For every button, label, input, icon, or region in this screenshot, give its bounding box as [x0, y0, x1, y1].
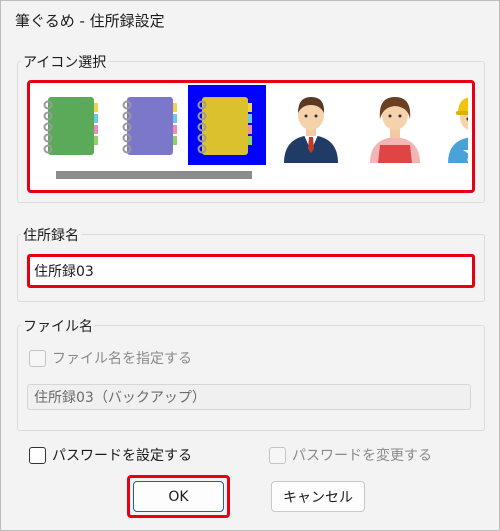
green-notebook-icon [43, 97, 98, 155]
specify-file-name-checkbox[interactable] [29, 349, 46, 367]
address-book-name-input[interactable]: 住所録03 [27, 254, 475, 288]
purple-notebook-icon [122, 97, 177, 155]
file-name-label: ファイル名 [21, 316, 95, 336]
yellow-notebook-icon [197, 97, 252, 155]
businessman-icon [284, 97, 338, 163]
window-title: 筆ぐるめ - 住所録設定 [15, 11, 165, 30]
change-password-checkbox[interactable] [269, 446, 286, 464]
set-password-checkbox-row[interactable]: パスワードを設定する [29, 445, 192, 465]
icon-option-green-notebook[interactable] [34, 85, 112, 165]
icon-scrollbar-thumb[interactable] [56, 171, 252, 179]
icon-option-woman[interactable] [356, 85, 434, 165]
change-password-label: パスワードを変更する [292, 448, 432, 464]
icon-strip [34, 85, 468, 165]
title-bar: 筆ぐるめ - 住所録設定 [1, 1, 499, 39]
set-password-label: パスワードを設定する [52, 448, 192, 464]
icon-option-worker[interactable] [434, 85, 468, 165]
woman-apron-icon [370, 97, 420, 163]
worker-helmet-icon [448, 97, 468, 163]
icon-option-purple-notebook[interactable] [113, 85, 191, 165]
cancel-button-label: キャンセル [283, 489, 353, 506]
specify-file-name-label: ファイル名を指定する [52, 351, 192, 367]
icon-scrollbar[interactable] [34, 169, 468, 181]
address-book-name-value: 住所録03 [34, 264, 94, 280]
address-book-name-label: 住所録名 [21, 225, 81, 245]
file-name-input[interactable]: 住所録03（バックアップ） [27, 384, 471, 410]
file-name-group [17, 325, 485, 431]
cancel-button[interactable]: キャンセル [271, 481, 365, 512]
icon-select-label: アイコン選択 [21, 52, 109, 72]
file-name-value: 住所録03（バックアップ） [34, 390, 206, 406]
ok-button[interactable]: OK [133, 481, 224, 512]
icon-option-businessman[interactable] [272, 85, 350, 165]
ok-button-label: OK [168, 488, 189, 505]
icon-list[interactable] [27, 80, 475, 193]
specify-file-name-checkbox-row[interactable]: ファイル名を指定する [29, 348, 192, 368]
icon-option-yellow-notebook[interactable] [188, 85, 266, 165]
change-password-checkbox-row[interactable]: パスワードを変更する [269, 445, 432, 465]
set-password-checkbox[interactable] [29, 446, 46, 464]
address-book-settings-dialog: 筆ぐるめ - 住所録設定 アイコン選択 住所録名 住所録03 ファイル名 ファイ… [0, 0, 500, 531]
